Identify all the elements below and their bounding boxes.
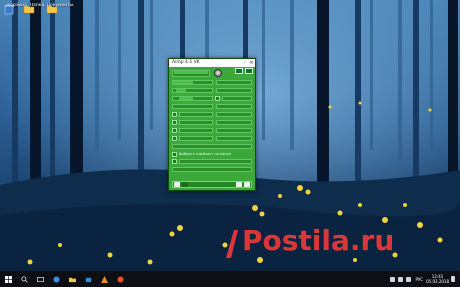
toggle-button[interactable] [215, 96, 220, 101]
toggle-button[interactable] [172, 112, 177, 117]
control-row-7[interactable] [179, 136, 213, 141]
playlist-option-label: Выбрать плейлист по папке [179, 152, 231, 156]
recycle-bin-icon [4, 5, 14, 15]
checkbox[interactable] [172, 159, 177, 164]
system-tray: РУС 12:41 05.03.2018 [388, 271, 460, 287]
language-indicator[interactable]: РУС [415, 277, 423, 282]
taskbar-app-store[interactable] [80, 271, 96, 287]
checkbox[interactable] [172, 152, 177, 157]
taskbar-app-aimp[interactable] [96, 271, 112, 287]
taskbar: РУС 12:41 05.03.2018 [0, 271, 460, 287]
eq-row[interactable] [216, 80, 252, 85]
volume-knob[interactable] [214, 69, 222, 77]
control-row-1b[interactable] [216, 88, 252, 93]
taskbar-app-edge[interactable] [48, 271, 64, 287]
minimize-icon[interactable]: – [241, 59, 248, 67]
aimp-icon [100, 275, 108, 283]
task-view-icon [36, 276, 44, 282]
start-button[interactable] [0, 271, 16, 287]
browser-icon [116, 275, 124, 283]
clock[interactable]: 12:41 05.03.2018 [426, 274, 449, 284]
control-row-3[interactable] [172, 104, 213, 109]
aimp-titlebar[interactable]: Aimp 4.5 VK – ✕ [169, 59, 255, 67]
network-icon[interactable] [397, 276, 403, 282]
progress-bar[interactable] [172, 80, 213, 85]
aimp-window[interactable]: Aimp 4.5 VK – ✕ Выбрать плейлист по папк… [168, 58, 256, 191]
control-row-4[interactable] [179, 112, 213, 117]
aimp-title: Aimp 4.5 VK [172, 60, 200, 65]
notifications-icon[interactable] [450, 276, 455, 282]
task-view-button[interactable] [32, 271, 48, 287]
play-icon[interactable] [174, 182, 180, 187]
taskbar-app-browser[interactable] [112, 271, 128, 287]
control-row-2b[interactable] [222, 96, 252, 101]
control-row-2[interactable] [172, 96, 213, 101]
toggle-button[interactable] [172, 136, 177, 141]
windows-icon [4, 275, 12, 283]
prev-icon[interactable] [182, 182, 188, 187]
settings-button[interactable] [245, 68, 253, 74]
chevron-up-icon[interactable] [389, 276, 395, 282]
volume-icon[interactable] [405, 276, 411, 282]
aimp-bottom-bar [172, 181, 252, 188]
toggle-button[interactable] [172, 120, 177, 125]
folder-icon [23, 5, 35, 14]
desktop-icon-folder-2[interactable]: Документы [46, 3, 74, 14]
menu-icon[interactable] [244, 182, 250, 187]
control-row-5b[interactable] [216, 120, 252, 125]
toggle-button[interactable] [172, 128, 177, 133]
store-icon [85, 277, 91, 282]
control-row-8[interactable] [172, 144, 252, 149]
svg-text:Postila.ru: Postila.ru [242, 224, 394, 257]
close-icon[interactable]: ✕ [248, 59, 255, 67]
control-row-6b[interactable] [216, 128, 252, 133]
control-row-10[interactable] [172, 167, 252, 172]
folder-icon [68, 277, 76, 282]
control-row-6[interactable] [179, 128, 213, 133]
playlist-icon[interactable] [236, 182, 242, 187]
edge-icon [52, 275, 60, 283]
folder-icon [46, 5, 58, 14]
control-row-1[interactable] [172, 88, 213, 93]
control-row-4b[interactable] [216, 112, 252, 117]
search-icon [20, 275, 28, 283]
search-button[interactable] [16, 271, 32, 287]
control-row-5[interactable] [179, 120, 213, 125]
mode-button[interactable] [235, 68, 243, 74]
taskbar-app-explorer[interactable] [64, 271, 80, 287]
control-row-3b[interactable] [216, 104, 252, 109]
control-row-9[interactable] [179, 159, 252, 164]
control-row-7b[interactable] [216, 136, 252, 141]
clock-date: 05.03.2018 [426, 279, 449, 284]
desktop-background: Postila.ru Корзина Папка Документы Aimp … [0, 0, 460, 271]
track-info-display [172, 70, 210, 77]
